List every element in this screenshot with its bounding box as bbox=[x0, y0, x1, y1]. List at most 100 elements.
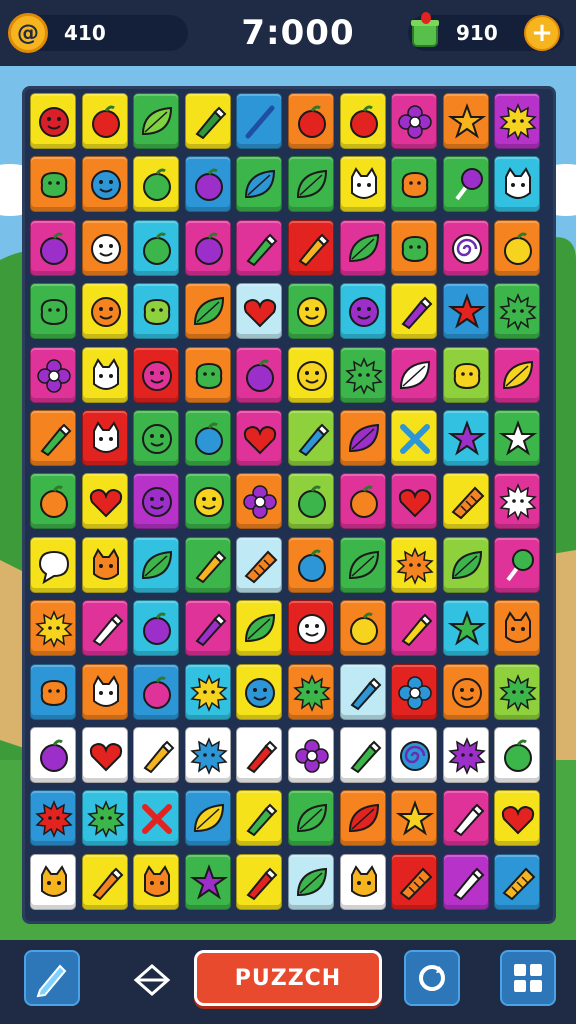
board-tile[interactable] bbox=[391, 219, 438, 276]
board-tile[interactable] bbox=[81, 156, 128, 213]
board-tile[interactable] bbox=[184, 346, 231, 403]
board-tile[interactable] bbox=[391, 727, 438, 783]
board-tile[interactable] bbox=[30, 790, 76, 847]
board-tile[interactable] bbox=[442, 790, 489, 847]
board-tile[interactable] bbox=[339, 727, 386, 783]
board-tile[interactable] bbox=[81, 346, 128, 403]
board-tile[interactable] bbox=[184, 536, 231, 593]
board-tile[interactable] bbox=[442, 156, 489, 213]
board-tile[interactable] bbox=[494, 853, 541, 910]
board-tile[interactable] bbox=[442, 473, 489, 530]
board-tile[interactable] bbox=[184, 410, 231, 466]
board-tile[interactable] bbox=[133, 790, 180, 847]
board-tile[interactable] bbox=[133, 727, 180, 783]
board-tile[interactable] bbox=[133, 853, 180, 910]
board-tile[interactable] bbox=[391, 346, 438, 403]
board-tile[interactable] bbox=[81, 473, 128, 530]
board-tile[interactable] bbox=[494, 600, 541, 657]
board-tile[interactable] bbox=[494, 410, 541, 466]
board-tile[interactable] bbox=[288, 346, 334, 403]
board-tile[interactable] bbox=[81, 410, 128, 466]
board-tile[interactable] bbox=[391, 536, 438, 593]
board-tile[interactable] bbox=[81, 853, 128, 910]
board-tile[interactable] bbox=[81, 663, 128, 720]
board-tile[interactable] bbox=[184, 853, 231, 910]
board-tile[interactable] bbox=[494, 663, 541, 720]
board-tile[interactable] bbox=[133, 663, 180, 720]
board-tile[interactable] bbox=[442, 283, 489, 340]
board-tile[interactable] bbox=[236, 663, 283, 720]
board-tile[interactable] bbox=[30, 219, 76, 276]
board-tile[interactable] bbox=[133, 346, 180, 403]
board-tile[interactable] bbox=[184, 219, 231, 276]
board-tile[interactable] bbox=[236, 93, 283, 149]
board-tile[interactable] bbox=[81, 93, 128, 149]
board-tile[interactable] bbox=[236, 727, 283, 783]
board-tile[interactable] bbox=[30, 536, 76, 593]
board-tile[interactable] bbox=[133, 156, 180, 213]
board-tile[interactable] bbox=[81, 790, 128, 847]
board-tile[interactable] bbox=[442, 663, 489, 720]
board-tile[interactable] bbox=[442, 410, 489, 466]
board-tile[interactable] bbox=[288, 156, 334, 213]
board-tile[interactable] bbox=[30, 600, 76, 657]
board-tile[interactable] bbox=[30, 853, 76, 910]
board-tile[interactable] bbox=[30, 283, 76, 340]
board-tile[interactable] bbox=[133, 410, 180, 466]
board-tile[interactable] bbox=[391, 790, 438, 847]
board-tile[interactable] bbox=[339, 536, 386, 593]
board-tile[interactable] bbox=[30, 727, 76, 783]
board-tile[interactable] bbox=[339, 283, 386, 340]
board-tile[interactable] bbox=[288, 93, 334, 149]
board-tile[interactable] bbox=[81, 536, 128, 593]
board-tile[interactable] bbox=[236, 346, 283, 403]
board-tile[interactable] bbox=[30, 156, 76, 213]
board-tile[interactable] bbox=[30, 410, 76, 466]
board-tile[interactable] bbox=[391, 283, 438, 340]
board-tile[interactable] bbox=[442, 600, 489, 657]
board-tile[interactable] bbox=[133, 473, 180, 530]
board-tile[interactable] bbox=[81, 727, 128, 783]
board-tile[interactable] bbox=[494, 156, 541, 213]
board-tile[interactable] bbox=[236, 283, 283, 340]
board-tile[interactable] bbox=[30, 473, 76, 530]
board-tile[interactable] bbox=[494, 219, 541, 276]
board-tile[interactable] bbox=[339, 346, 386, 403]
board-tile[interactable] bbox=[339, 93, 386, 149]
board-tile[interactable] bbox=[339, 600, 386, 657]
board-tile[interactable] bbox=[30, 93, 76, 149]
board-tile[interactable] bbox=[288, 790, 334, 847]
board-tile[interactable] bbox=[339, 156, 386, 213]
board-tile[interactable] bbox=[442, 853, 489, 910]
board-tile[interactable] bbox=[494, 536, 541, 593]
board-tile[interactable] bbox=[236, 156, 283, 213]
board-tile[interactable] bbox=[184, 93, 231, 149]
shuffle-button[interactable] bbox=[404, 950, 460, 1006]
board-tile[interactable] bbox=[133, 93, 180, 149]
board-tile[interactable] bbox=[236, 853, 283, 910]
board-tile[interactable] bbox=[339, 219, 386, 276]
puzzle-button[interactable]: PUZZCH bbox=[194, 950, 382, 1006]
board-tile[interactable] bbox=[391, 93, 438, 149]
board-tile[interactable] bbox=[339, 790, 386, 847]
board-tile[interactable] bbox=[494, 93, 541, 149]
board-tile[interactable] bbox=[81, 283, 128, 340]
board-tile[interactable] bbox=[288, 853, 334, 910]
board-tile[interactable] bbox=[288, 727, 334, 783]
board-tile[interactable] bbox=[288, 283, 334, 340]
board-tile[interactable] bbox=[184, 790, 231, 847]
board-tile[interactable] bbox=[133, 600, 180, 657]
board-tile[interactable] bbox=[339, 663, 386, 720]
board-tile[interactable] bbox=[339, 853, 386, 910]
board-tile[interactable] bbox=[184, 473, 231, 530]
board-tile[interactable] bbox=[236, 410, 283, 466]
board-tile[interactable] bbox=[494, 473, 541, 530]
board-tile[interactable] bbox=[442, 346, 489, 403]
hint-pen-button[interactable] bbox=[24, 950, 80, 1006]
board-tile[interactable] bbox=[236, 473, 283, 530]
board-tile[interactable] bbox=[391, 156, 438, 213]
board-tile[interactable] bbox=[184, 283, 231, 340]
board-tile[interactable] bbox=[133, 283, 180, 340]
board-tile[interactable] bbox=[494, 727, 541, 783]
board-tile[interactable] bbox=[288, 219, 334, 276]
